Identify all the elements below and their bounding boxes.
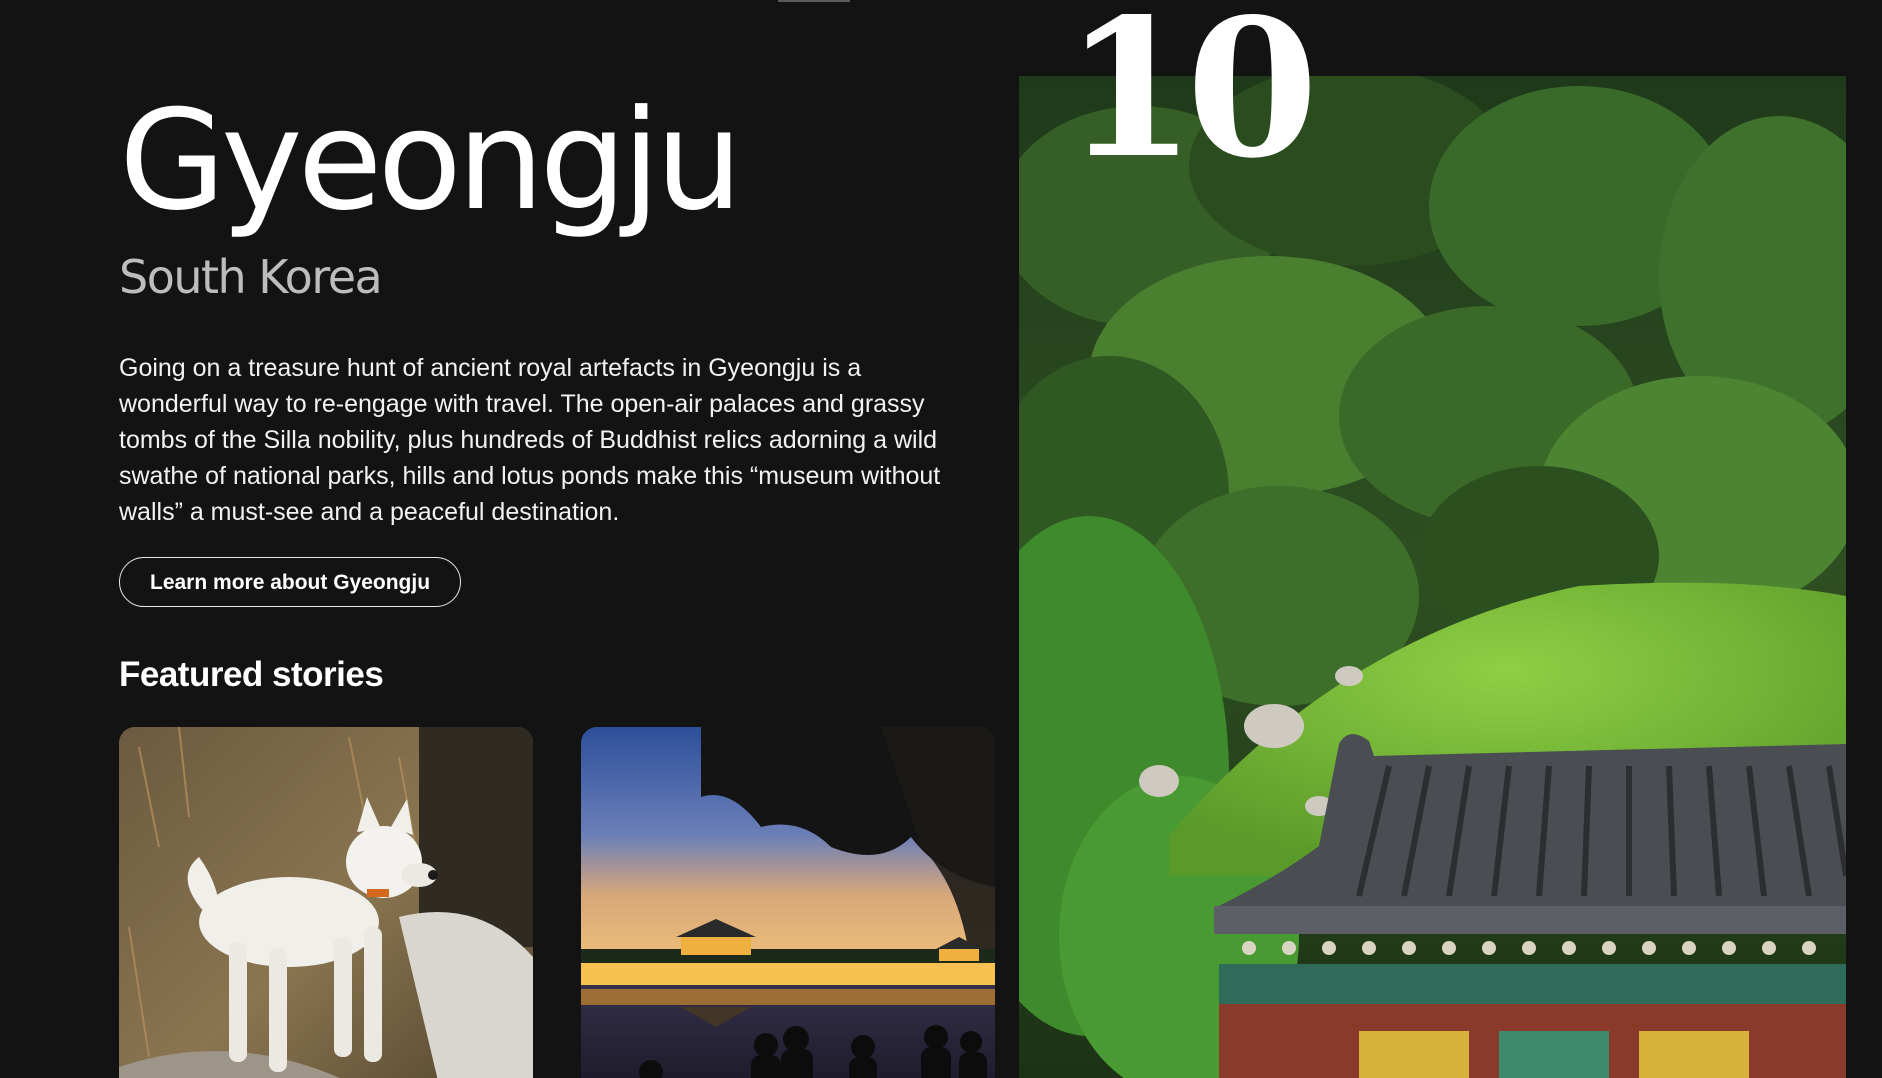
story-card-dog[interactable] <box>119 727 533 1078</box>
destination-rank: 10 <box>1064 0 1318 200</box>
hero-image <box>1019 76 1846 1078</box>
hero-photo-tomb-temple <box>1019 76 1846 1078</box>
story-image-dog <box>119 727 533 1078</box>
story-image-pavilion <box>581 727 995 1078</box>
learn-more-button[interactable]: Learn more about Gyeongju <box>119 557 462 607</box>
top-scroll-indicator <box>778 0 850 2</box>
destination-page: Gyeongju South Korea Going on a treasure… <box>0 0 1882 1078</box>
destination-country: South Korea <box>119 250 383 304</box>
destination-title: Gyeongju <box>119 80 743 241</box>
story-card-pavilion[interactable] <box>581 727 995 1078</box>
destination-description: Going on a treasure hunt of ancient roya… <box>119 354 941 526</box>
featured-stories-heading: Featured stories <box>119 655 384 694</box>
